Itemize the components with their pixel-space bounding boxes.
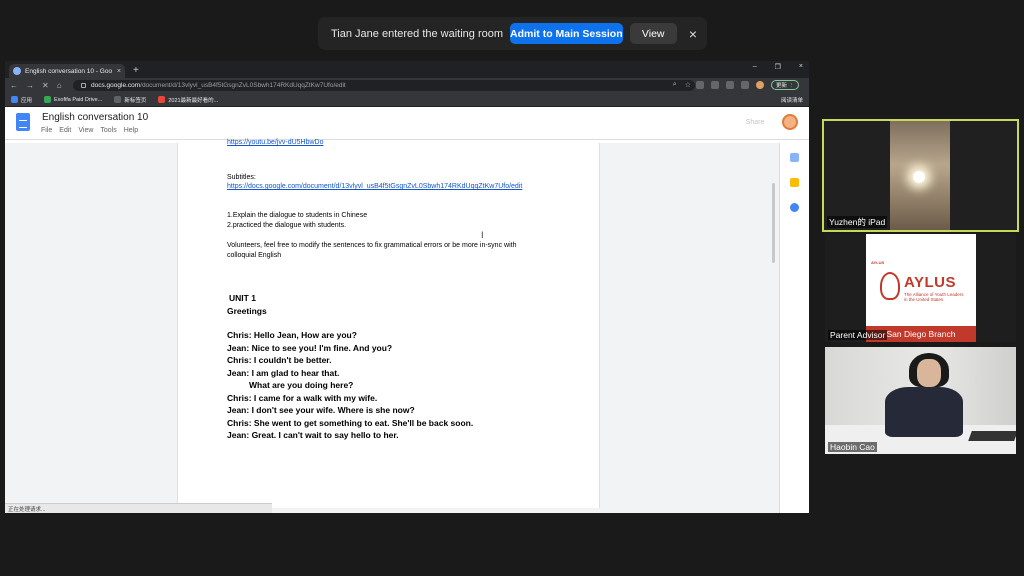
dialogue-line: Chris: She went to get something to eat.… [227, 417, 474, 428]
dialogue-line: Jean: I am glad to hear that. [227, 367, 340, 378]
docs-header: English conversation 10 File Edit View T… [5, 107, 809, 140]
apps-grid-icon [11, 96, 18, 103]
extension-icon[interactable] [710, 81, 719, 89]
aylus-logo-card: AYLUS AYLUS The Alliance of Youth Leader… [866, 234, 976, 342]
url-input[interactable]: docs.google.com /document/d/13vlyvl_usB4… [73, 80, 695, 91]
subtitles-link[interactable]: https://docs.google.com/document/d/13vly… [227, 183, 587, 190]
tasks-icon[interactable] [790, 203, 799, 212]
waiting-room-notification: Tian Jane entered the waiting room Admit… [318, 17, 707, 50]
dialogue-line: Jean: I don't see your wife. Where is sh… [227, 405, 415, 415]
aylus-subtitle: The Alliance of Youth Leaders in the Uni… [904, 292, 964, 302]
participant-video-tile[interactable]: Haobin Cao [825, 347, 1016, 454]
menu-view[interactable]: View [78, 127, 93, 134]
volunteers-note-line-2: colloquial English [227, 252, 282, 259]
menu-tools[interactable]: Tools [100, 127, 116, 134]
dialogue-line: Chris: Hello Jean, How are you? [227, 330, 357, 340]
forward-icon[interactable]: → [26, 81, 34, 90]
ceiling-light [913, 171, 925, 183]
docs-menu-bar: File Edit View Tools Help [41, 127, 138, 134]
media-icon[interactable] [740, 81, 749, 89]
instruction-step-1: 1.Explain the dialogue to students in Ch… [227, 212, 368, 219]
address-bar-row: ← → ✕ ⌂ docs.google.com /document/d/13vl… [5, 78, 809, 93]
url-host: docs.google.com [91, 82, 141, 89]
page-content: https://youtu.be/jvv-dU5HbwDo Subtitles:… [227, 139, 587, 442]
aylus-wordmark: AYLUS [904, 274, 956, 291]
extensions-area: 更新 ⋮ [695, 80, 799, 90]
dialogue-line: What are you doing here? [249, 380, 354, 390]
participant-video-tile[interactable]: Yuzhen的 iPad [822, 119, 1019, 232]
laptop [968, 431, 1016, 441]
chrome-favicon-icon [13, 67, 21, 75]
minimize-icon[interactable]: – [753, 63, 757, 71]
browser-status-bar: 正在处理请求... [5, 503, 272, 513]
bookmarks-bar: 应用 Exofifa Paid Drive... 新标签页 2021最新最好看的… [5, 93, 809, 107]
update-button[interactable]: 更新 ⋮ [770, 80, 799, 90]
close-icon[interactable]: × [689, 26, 697, 42]
tab-close-icon[interactable]: × [117, 68, 121, 75]
person-body [885, 387, 963, 437]
shared-browser-window: English conversation 10 - Goo × + – ❐ × … [5, 61, 809, 513]
menu-help[interactable]: Help [124, 127, 138, 134]
bookmark-2021[interactable]: 2021最新最好看的... [158, 96, 218, 104]
back-icon[interactable]: ← [10, 81, 18, 90]
share-button[interactable]: Share [730, 114, 780, 131]
participant-name: Haobin Cao [828, 442, 877, 452]
side-panel [779, 143, 809, 513]
google-docs-logo-icon[interactable] [16, 113, 30, 131]
window-controls: – ❐ × [753, 63, 803, 71]
drive-icon [44, 96, 52, 103]
text-cursor-icon: I [481, 230, 484, 240]
screen: { "zoom_notification": { "message": "Tia… [0, 0, 1024, 576]
dialogue-line: Jean: Great. I can't wait to say hello t… [227, 430, 399, 440]
new-tab-icon[interactable]: + [133, 65, 139, 76]
bookmark-apps[interactable]: 应用 [11, 96, 32, 104]
lightbulb-logo-icon [880, 272, 900, 300]
profile-avatar-icon[interactable] [755, 81, 764, 89]
dialogue-line: Jean: Nice to see you! I'm fine. And you… [227, 342, 393, 353]
menu-file[interactable]: File [41, 127, 52, 134]
video-site-icon [158, 96, 166, 103]
aylus-small-label: AYLUS [871, 260, 885, 265]
view-button[interactable]: View [629, 23, 677, 44]
bookmark-new-tab[interactable]: 新标签页 [114, 96, 146, 104]
stop-loading-icon[interactable]: ✕ [42, 81, 49, 90]
dialogue-line: Chris: I came for a walk with my wife. [227, 392, 378, 403]
page-icon [114, 96, 122, 103]
youtube-link[interactable]: https://youtu.be/jvv-dU5HbwDo [227, 139, 587, 146]
extension-icon[interactable] [695, 81, 704, 89]
lock-icon [81, 83, 86, 88]
keep-icon[interactable] [790, 178, 799, 187]
admit-button[interactable]: Admit to Main Session [510, 23, 623, 44]
unit-title: Greetings [227, 305, 267, 316]
participant-name: Parent Advisor [828, 330, 888, 340]
tab-bar: English conversation 10 - Goo × + – ❐ × [5, 61, 809, 78]
bookmark-star-icon[interactable]: ☆ [685, 81, 691, 89]
instruction-step-2: 2.practiced the dialogue with students. [227, 222, 347, 229]
url-path: /document/d/13vlyvl_usB4f5tGsgnZvL0Sbwh1… [140, 82, 346, 89]
restore-icon[interactable]: ❐ [775, 63, 781, 71]
participant-video-tile[interactable]: AYLUS AYLUS The Alliance of Youth Leader… [825, 234, 1016, 342]
document-title[interactable]: English conversation 10 [42, 112, 148, 123]
volunteers-note-line-1: Volunteers, feel free to modify the sent… [227, 242, 517, 249]
unit-heading: UNIT 1 [229, 293, 256, 303]
bookmark-exofifa[interactable]: Exofifa Paid Drive... [44, 96, 102, 103]
tab-title: English conversation 10 - Goo [25, 67, 113, 75]
menu-edit[interactable]: Edit [59, 127, 71, 134]
participant-name: Yuzhen的 iPad [827, 216, 888, 228]
document-canvas: https://youtu.be/jvv-dU5HbwDo Subtitles:… [5, 139, 809, 513]
calendar-icon[interactable] [790, 153, 799, 162]
document-scrollbar[interactable] [772, 183, 775, 263]
window-close-icon[interactable]: × [799, 63, 803, 71]
browser-tab[interactable]: English conversation 10 - Goo × [9, 64, 125, 78]
document-page[interactable]: https://youtu.be/jvv-dU5HbwDo Subtitles:… [177, 139, 600, 508]
subtitles-label: Subtitles: [227, 174, 256, 181]
reading-list[interactable]: 阅读清单 [781, 96, 803, 104]
dialogue-line: Chris: I couldn't be better. [227, 355, 332, 365]
person-face [917, 359, 941, 387]
zoom-icon[interactable]: ⌕ [673, 81, 677, 89]
notification-message: Tian Jane entered the waiting room [331, 27, 504, 40]
extensions-puzzle-icon[interactable] [725, 81, 734, 89]
home-icon[interactable]: ⌂ [57, 81, 62, 90]
user-avatar[interactable] [782, 114, 798, 130]
